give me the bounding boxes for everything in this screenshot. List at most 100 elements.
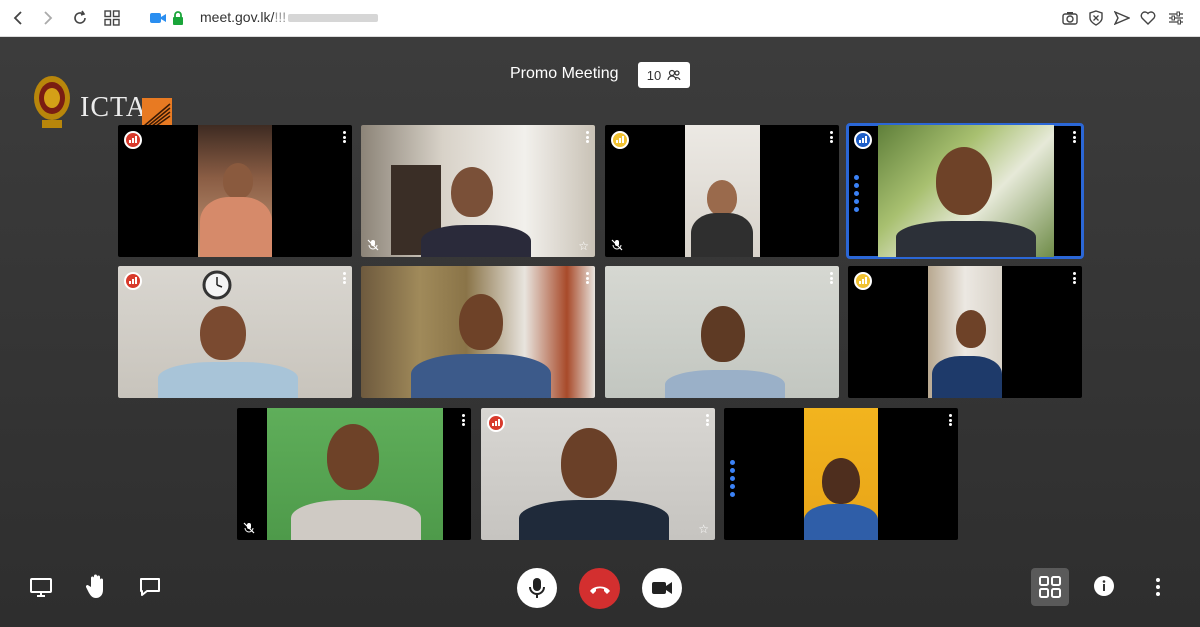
raise-hand-button[interactable]	[83, 572, 109, 600]
camera-icon	[1062, 12, 1078, 25]
video-camera-icon	[652, 582, 672, 594]
participant-tile[interactable]	[605, 266, 839, 398]
participant-video	[878, 125, 1054, 257]
muted-mic-icon	[243, 522, 255, 534]
participant-video	[685, 125, 760, 257]
microphone-button[interactable]	[517, 568, 557, 608]
star-icon[interactable]: ☆	[578, 240, 589, 252]
connection-signal-icon	[854, 131, 872, 149]
tab-grid-button[interactable]	[102, 8, 122, 28]
connection-signal-icon	[611, 131, 629, 149]
connection-signal-icon	[124, 272, 142, 290]
participant-video	[118, 266, 352, 398]
tile-menu-button[interactable]	[462, 414, 466, 426]
shield-icon	[1089, 10, 1103, 26]
participant-tile[interactable]	[118, 125, 352, 257]
address-bar[interactable]: meet.gov.lk/!!!	[200, 9, 379, 25]
reload-button[interactable]	[70, 8, 90, 28]
connection-signal-icon	[854, 272, 872, 290]
tile-view-icon	[1039, 576, 1061, 598]
secure-lock[interactable]	[168, 8, 188, 28]
tile-menu-button[interactable]	[586, 131, 590, 143]
participant-tile[interactable]: ☆	[481, 408, 715, 540]
logo-text: ICTA	[80, 92, 148, 123]
participant-video	[361, 266, 595, 398]
tile-view-button[interactable]	[1031, 568, 1069, 606]
participant-tile[interactable]: ☆	[361, 125, 595, 257]
participant-video	[804, 408, 878, 540]
connection-signal-icon	[487, 414, 505, 432]
browser-toolbar: meet.gov.lk/!!!	[0, 0, 1200, 37]
muted-mic-icon	[367, 239, 379, 251]
send-button[interactable]	[1112, 8, 1132, 28]
back-button[interactable]	[8, 8, 28, 28]
grid-icon	[104, 10, 120, 26]
settings-button[interactable]	[1166, 8, 1186, 28]
more-options-button[interactable]	[1148, 576, 1168, 598]
star-icon[interactable]: ☆	[698, 523, 709, 535]
screen-share-button[interactable]	[28, 574, 54, 600]
url-blurred	[288, 14, 379, 23]
participant-tile[interactable]	[361, 266, 595, 398]
microphone-icon	[529, 578, 545, 598]
chevron-right-icon	[44, 11, 53, 25]
screen-share-icon	[30, 578, 52, 597]
logo-mark	[142, 98, 172, 128]
participant-count: 10	[646, 67, 662, 83]
tile-menu-button[interactable]	[706, 414, 710, 426]
tile-menu-button[interactable]	[830, 272, 834, 284]
participant-tile[interactable]	[605, 125, 839, 257]
url-masked: !!!	[274, 9, 287, 25]
participant-video	[928, 266, 1002, 398]
participant-tile[interactable]	[237, 408, 471, 540]
hangup-icon	[589, 586, 610, 594]
favorite-button[interactable]	[1138, 8, 1158, 28]
speaking-indicator	[730, 460, 735, 497]
participant-video	[198, 125, 272, 257]
more-vertical-icon	[1156, 578, 1160, 596]
raise-hand-icon	[85, 574, 103, 598]
reload-icon	[74, 10, 86, 24]
camera-button[interactable]	[642, 568, 682, 608]
shield-button[interactable]	[1086, 8, 1106, 28]
participant-count-badge[interactable]: 10	[638, 62, 690, 88]
tile-menu-button[interactable]	[1073, 272, 1077, 284]
send-icon	[1114, 11, 1130, 25]
speaking-indicator	[854, 175, 859, 212]
url-text: meet.gov.lk/	[200, 9, 275, 25]
participants-icon	[667, 69, 681, 81]
participant-tile[interactable]	[118, 266, 352, 398]
tile-menu-button[interactable]	[343, 131, 347, 143]
tile-menu-button[interactable]	[343, 272, 347, 284]
participant-video	[267, 408, 443, 540]
participant-tile[interactable]	[724, 408, 958, 540]
video-camera-icon	[150, 13, 166, 23]
chat-button[interactable]	[137, 574, 163, 600]
lock-icon	[173, 11, 183, 25]
participant-video	[361, 125, 595, 257]
muted-mic-icon	[611, 239, 623, 251]
camera-indicator[interactable]	[148, 8, 168, 28]
snapshot-button[interactable]	[1060, 8, 1080, 28]
sri-lanka-emblem-icon	[34, 76, 70, 128]
tile-menu-button[interactable]	[1073, 131, 1077, 143]
tile-menu-button[interactable]	[830, 131, 834, 143]
hangup-button[interactable]	[579, 568, 620, 609]
participant-tile[interactable]	[848, 266, 1082, 398]
participant-video	[605, 266, 839, 398]
tile-menu-button[interactable]	[586, 272, 590, 284]
chat-icon	[140, 578, 160, 596]
info-icon	[1094, 576, 1114, 596]
participant-tile-active-speaker[interactable]	[846, 123, 1084, 259]
connection-signal-icon	[124, 131, 142, 149]
chevron-left-icon	[13, 11, 22, 25]
info-button[interactable]	[1093, 575, 1115, 597]
forward-button[interactable]	[38, 8, 58, 28]
sliders-icon	[1169, 11, 1183, 25]
participant-video	[481, 408, 715, 540]
heart-icon	[1140, 11, 1156, 25]
wall-clock-icon	[202, 270, 232, 300]
tile-menu-button[interactable]	[949, 414, 953, 426]
icta-logo: ICTA	[30, 72, 175, 132]
meeting-title: Promo Meeting	[510, 65, 619, 82]
